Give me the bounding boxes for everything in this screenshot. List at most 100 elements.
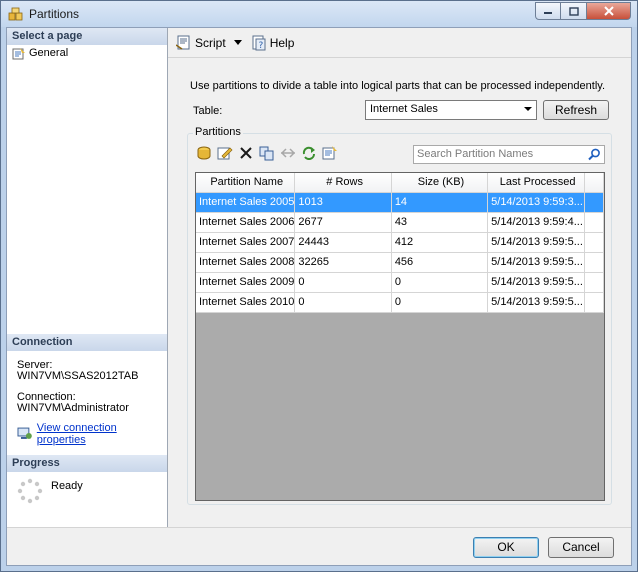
cell-size: 412 (391, 232, 489, 253)
merge-icon (280, 147, 295, 158)
view-connection-link-text[interactable]: View connection properties (37, 422, 167, 446)
table-header-row: Partition Name # Rows Size (KB) Last Pro… (196, 173, 604, 193)
merge-partitions-button[interactable] (279, 144, 296, 161)
column-header-size[interactable]: Size (KB) (391, 173, 489, 193)
partitions-group-label: Partitions (193, 126, 243, 138)
view-connection-properties-link[interactable]: View connection properties (17, 422, 167, 446)
progress-area: Ready (17, 478, 83, 504)
connection-header: Connection (7, 334, 167, 351)
cell-partition-name: Internet Sales 2007 (196, 232, 296, 253)
partitions-table: Partition Name # Rows Size (KB) Last Pro… (196, 173, 604, 313)
copy-partition-button[interactable] (258, 144, 275, 161)
table-row[interactable]: Internet Sales 2008 32265 456 5/14/2013 … (196, 252, 604, 273)
help-label: Help (269, 35, 295, 50)
cancel-button[interactable]: Cancel (548, 537, 614, 558)
cell-size: 14 (391, 192, 489, 213)
cell-rows: 24443 (294, 232, 392, 253)
script-label: Script (195, 35, 226, 50)
table-row[interactable]: Internet Sales 2006 2677 43 5/14/2013 9:… (196, 212, 604, 233)
right-pane: Script ? Help Use partitions to divide a… (168, 28, 631, 527)
cell-last-processed: 5/14/2013 9:59:5... (487, 232, 586, 253)
partition-search-input[interactable]: Search Partition Names (413, 145, 605, 164)
new-partition-button[interactable] (195, 144, 212, 161)
cell-last-processed: 5/14/2013 9:59:5... (487, 252, 586, 273)
minimize-button[interactable] (535, 2, 561, 20)
partitions-dialog: Partitions Select a page General Connect… (0, 0, 638, 572)
cell-partition-name: Internet Sales 2008 (196, 252, 296, 273)
new-partition-icon (197, 146, 210, 159)
select-page-header: Select a page (7, 28, 167, 45)
column-header-partition-name[interactable]: Partition Name (196, 173, 296, 193)
progress-spinner-icon (17, 478, 43, 504)
partitions-grid[interactable]: Partition Name # Rows Size (KB) Last Pro… (195, 172, 605, 501)
server-value: WIN7VM\SSAS2012TAB (17, 370, 139, 382)
help-icon: ? (252, 35, 266, 51)
table-row[interactable]: Internet Sales 2007 24443 412 5/14/2013 … (196, 232, 604, 253)
partitions-toolbar (195, 144, 338, 161)
cell-filler (584, 212, 604, 233)
partitions-app-icon (8, 7, 23, 21)
cell-rows: 2677 (294, 212, 392, 233)
minimize-icon (544, 12, 552, 14)
column-header-last-processed[interactable]: Last Processed (487, 173, 586, 193)
cell-partition-name: Internet Sales 2009 (196, 272, 296, 293)
page-properties-icon (12, 47, 25, 59)
copy-icon (259, 146, 273, 160)
cell-partition-name: Internet Sales 2005 (196, 192, 296, 213)
maximize-button[interactable] (561, 2, 587, 20)
progress-status: Ready (51, 480, 83, 492)
progress-header: Progress (7, 455, 167, 472)
help-button[interactable]: ? Help (249, 32, 297, 54)
cell-filler (584, 232, 604, 253)
cell-rows: 0 (294, 272, 392, 293)
cell-last-processed: 5/14/2013 9:59:5... (487, 272, 586, 293)
script-button[interactable]: Script (174, 32, 228, 54)
cell-filler (584, 252, 604, 273)
ok-button[interactable]: OK (473, 537, 539, 558)
cell-size: 456 (391, 252, 489, 273)
cell-size: 43 (391, 212, 489, 233)
process-icon (302, 146, 315, 160)
chevron-down-icon (524, 107, 532, 111)
cell-filler (584, 192, 604, 213)
close-button[interactable] (587, 2, 631, 20)
column-header-filler (584, 173, 604, 193)
column-header-rows[interactable]: # Rows (294, 173, 392, 193)
connection-value: WIN7VM\Administrator (17, 402, 129, 414)
cell-partition-name: Internet Sales 2010 (196, 292, 296, 313)
close-icon (603, 6, 614, 16)
cell-size: 0 (391, 272, 489, 293)
table-row[interactable]: Internet Sales 2010 0 0 5/14/2013 9:59:5… (196, 292, 604, 313)
title-bar[interactable]: Partitions (1, 1, 637, 27)
refresh-button[interactable]: Refresh (543, 100, 609, 120)
cell-size: 0 (391, 292, 489, 313)
delete-partition-button[interactable] (237, 144, 254, 161)
page-item-label: General (29, 47, 69, 59)
delete-icon (239, 146, 252, 159)
description-text: Use partitions to divide a table into lo… (190, 80, 605, 92)
cell-last-processed: 5/14/2013 9:59:4... (487, 212, 586, 233)
chevron-down-icon (233, 39, 242, 45)
process-partition-button[interactable] (300, 144, 317, 161)
edit-icon (217, 147, 232, 159)
table-row[interactable]: Internet Sales 2009 0 0 5/14/2013 9:59:5… (196, 272, 604, 293)
script-dropdown-button[interactable] (232, 32, 245, 54)
partition-properties-button[interactable] (321, 144, 338, 161)
script-icon (176, 35, 190, 50)
properties-icon (322, 145, 337, 159)
dialog-toolbar: Script ? Help (168, 28, 631, 58)
cell-rows: 1013 (294, 192, 392, 213)
search-icon[interactable] (588, 148, 601, 161)
caption-buttons (535, 2, 631, 20)
edit-partition-button[interactable] (216, 144, 233, 161)
table-row[interactable]: Internet Sales 2005 1013 14 5/14/2013 9:… (196, 192, 604, 213)
cell-rows: 0 (294, 292, 392, 313)
connection-properties-icon (17, 427, 32, 439)
search-placeholder: Search Partition Names (417, 148, 534, 160)
window-title: Partitions (29, 7, 80, 21)
page-item-general[interactable]: General (12, 45, 68, 61)
table-select[interactable]: Internet Sales (365, 100, 537, 120)
left-pane: Select a page General Connection Server:… (7, 28, 168, 527)
cell-filler (584, 272, 604, 293)
cell-last-processed: 5/14/2013 9:59:5... (487, 292, 586, 313)
